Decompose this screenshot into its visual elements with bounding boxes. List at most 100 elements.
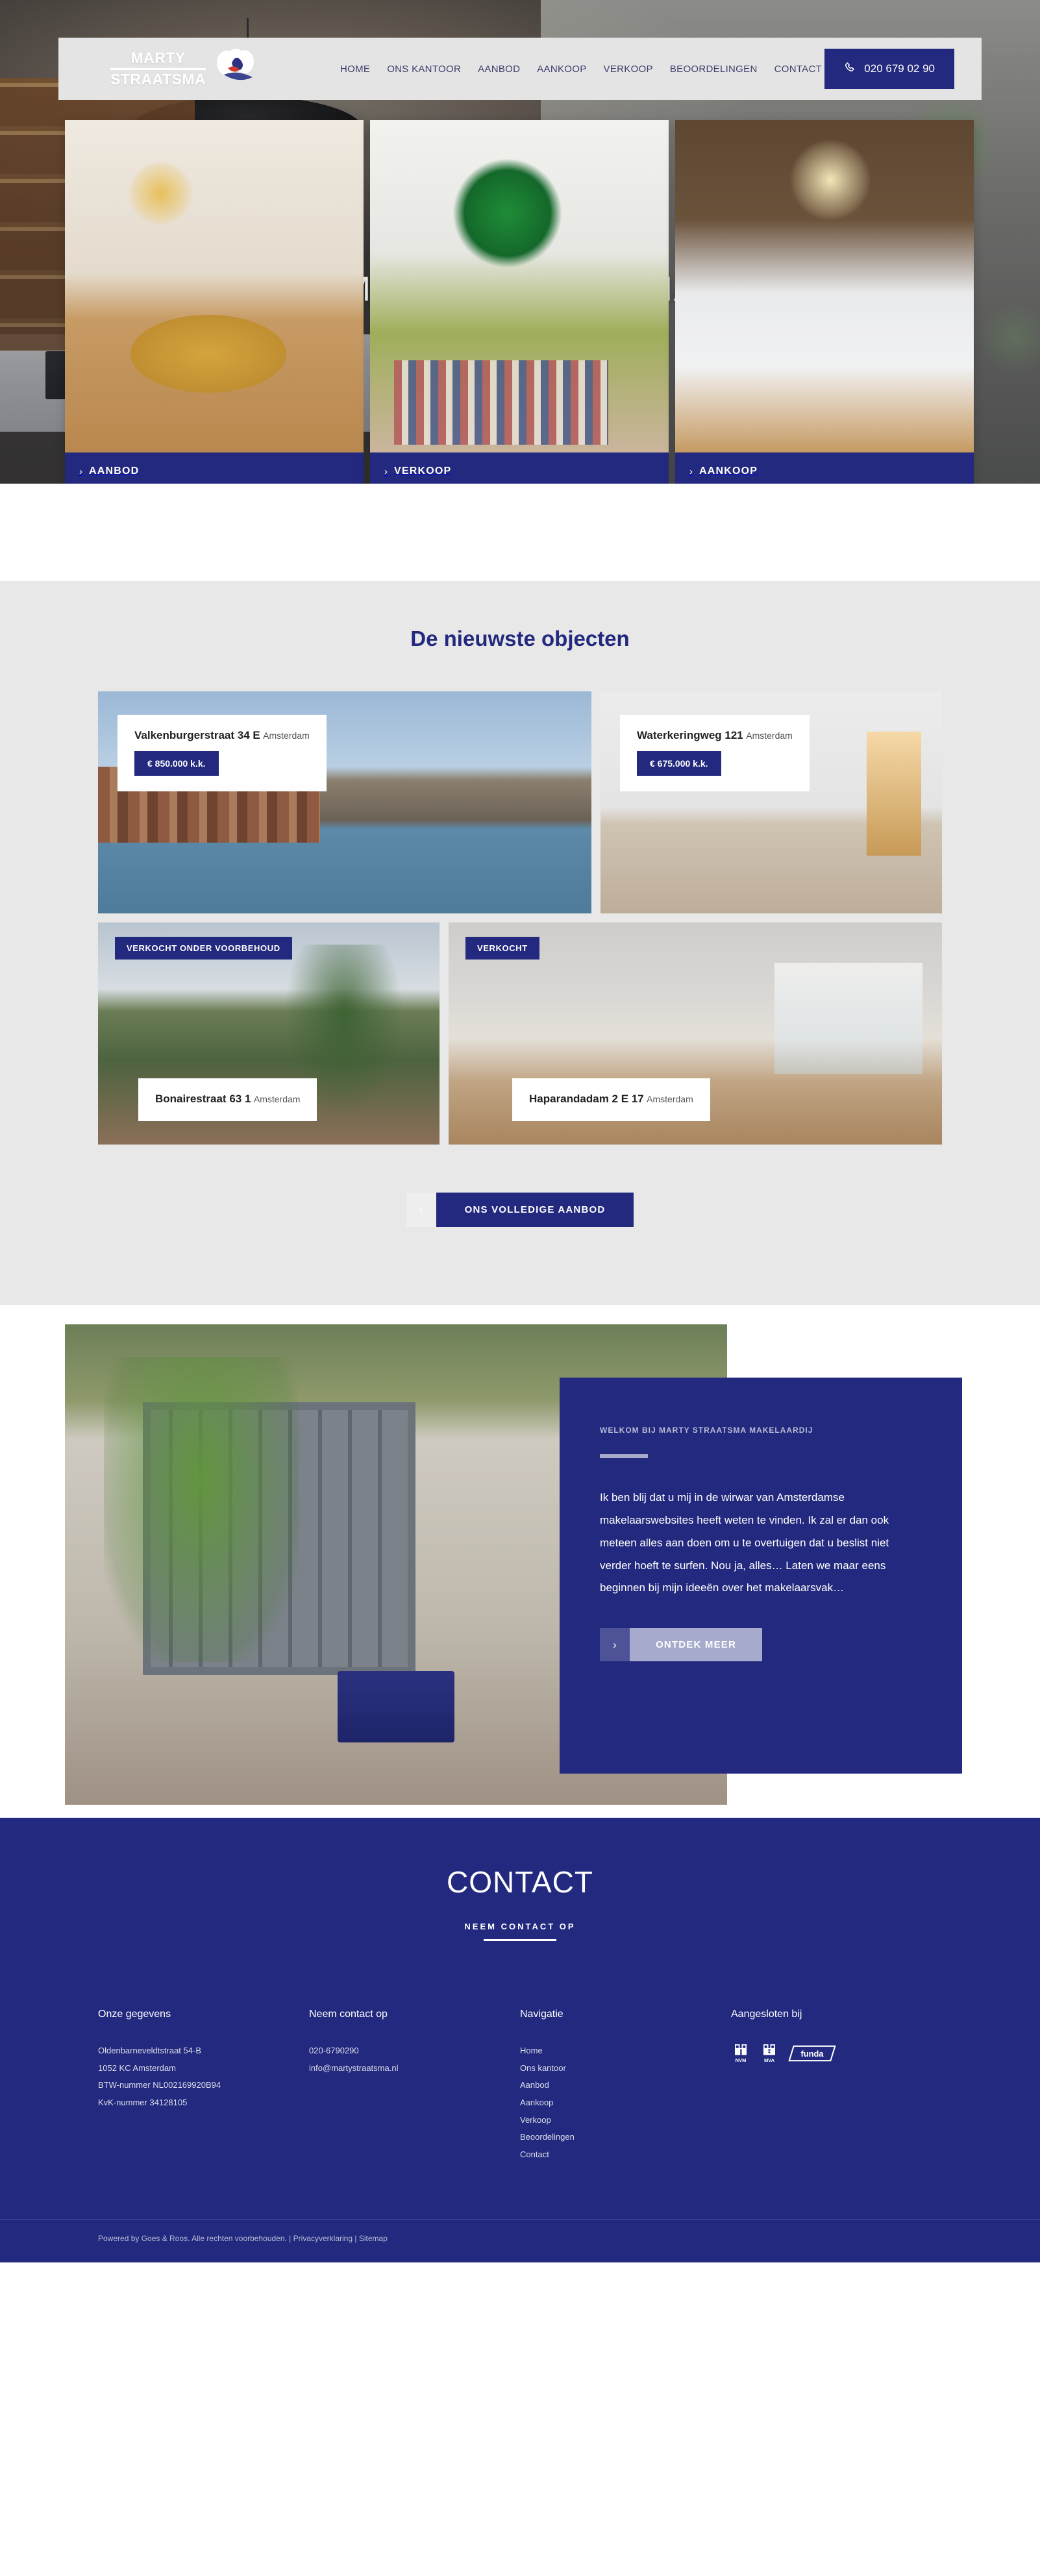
footer-bottom-inner: Powered by Goes & Roos. Alle rechten voo… <box>98 2220 942 2262</box>
nav-item-aanbod[interactable]: AANBOD <box>478 64 520 75</box>
sitemap-link[interactable]: Sitemap <box>359 2234 388 2243</box>
main-navigation[interactable]: HOME ONS KANTOOR AANBOD AANKOOP VERKOOP … <box>340 64 824 75</box>
section-title-newest-objects: De nieuwste objecten <box>410 626 630 650</box>
svg-text:funda: funda <box>800 2049 824 2059</box>
newest-objects-section: De nieuwste objecten Valkenburgerstraat … <box>0 581 1040 1305</box>
property-city: Amsterdam <box>253 1094 301 1104</box>
footer-detail-postcode: 1052 KC Amsterdam <box>98 2062 176 2073</box>
site-header: MARTY STRAATSMA HOME ONS KANTOOR AANBOD … <box>58 38 982 100</box>
footer-column-navigation: Navigatie Home Ons kantoor Aanbod Aankoo… <box>520 2009 731 2163</box>
logo-line-1: MARTY <box>130 49 186 67</box>
footer-column-details: Onze gegevens Oldenbarneveldtstraat 54-B… <box>98 2009 309 2163</box>
chevron-right-icon: › <box>79 465 82 477</box>
footer-phone-link[interactable]: 020-6790290 <box>309 2042 520 2060</box>
footer-nav-verkoop[interactable]: Verkoop <box>520 2112 731 2129</box>
affiliation-logos: NVM MVA funda <box>731 2042 942 2067</box>
welcome-body: Ik ben blij dat u mij in de wirwar van A… <box>600 1487 922 1600</box>
category-label-verkoop: VERKOOP <box>394 465 452 477</box>
discover-more-button-label: ONTDEK MEER <box>630 1628 763 1662</box>
footer-nav-aanbod[interactable]: Aanbod <box>520 2077 731 2094</box>
footer-detail-address: Oldenbarneveldtstraat 54-B <box>98 2046 201 2055</box>
logo-line-2: STRAATSMA <box>110 70 206 88</box>
property-card[interactable]: Valkenburgerstraat 34 E Amsterdam € 850.… <box>98 691 591 913</box>
category-bar-aanbod: › AANBOD <box>65 452 364 484</box>
category-image-aankoop <box>675 120 974 452</box>
status-badge: VERKOCHT <box>465 937 539 960</box>
footer-column-affiliations: Aangesloten bij NVM MVA funda <box>731 2009 942 2163</box>
property-card[interactable]: VERKOCHT Haparandadam 2 E 17 Amsterdam <box>449 923 942 1145</box>
footer-nav-aankoop[interactable]: Aankoop <box>520 2094 731 2112</box>
nav-item-aankoop[interactable]: AANKOOP <box>537 64 586 75</box>
category-bar-aankoop: › AANKOOP <box>675 452 974 484</box>
logo-divider <box>110 68 206 70</box>
property-city: Amsterdam <box>263 730 310 741</box>
property-card[interactable]: Waterkeringweg 121 Amsterdam € 675.000 k… <box>600 691 942 913</box>
nav-item-ons-kantoor[interactable]: ONS KANTOOR <box>387 64 461 75</box>
category-card-aankoop[interactable]: › AANKOOP <box>675 120 974 484</box>
funda-logo-icon: funda <box>788 2045 836 2065</box>
property-city: Amsterdam <box>647 1094 693 1104</box>
footer-column-title-contact: Neem contact op <box>309 2009 388 2020</box>
category-cards: › AANBOD › VERKOOP › AANKOOP <box>65 120 974 484</box>
welcome-decorative-tree <box>104 1357 299 1662</box>
property-address: Waterkeringweg 121 <box>637 729 743 741</box>
footer-detail-kvk: KvK-nummer 34128105 <box>98 2097 188 2107</box>
footer-column-title-navigation: Navigatie <box>520 2009 563 2020</box>
full-offer-cta-row: › ONS VOLLEDIGE AANBOD <box>0 1193 1040 1227</box>
tulip-logo-icon <box>212 49 259 89</box>
svg-text:MVA: MVA <box>764 2057 775 2063</box>
nav-item-contact[interactable]: CONTACT <box>774 64 822 75</box>
phone-icon <box>844 61 857 77</box>
property-city: Amsterdam <box>746 730 793 741</box>
hero-section: MARTY STRAATSMA HOME ONS KANTOOR AANBOD … <box>0 0 1040 484</box>
nvm-logo-icon: NVM <box>731 2042 750 2067</box>
property-address: Valkenburgerstraat 34 E <box>134 729 260 741</box>
footer-column-contact: Neem contact op 020-6790290 info@martyst… <box>309 2009 520 2163</box>
property-price: € 850.000 k.k. <box>134 751 219 776</box>
nav-item-beoordelingen[interactable]: BEOORDELINGEN <box>670 64 758 75</box>
footer-separator: | <box>354 2234 357 2244</box>
category-card-verkoop[interactable]: › VERKOOP <box>370 120 669 484</box>
chevron-right-icon: › <box>689 465 693 477</box>
svg-text:NVM: NVM <box>736 2057 747 2063</box>
footer-nav-contact[interactable]: Contact <box>520 2146 731 2164</box>
property-address: Haparandadam 2 E 17 <box>529 1093 644 1105</box>
category-card-aanbod[interactable]: › AANBOD <box>65 120 364 484</box>
chevron-right-icon: › <box>406 1193 436 1227</box>
footer-email-link[interactable]: info@martystraatsma.nl <box>309 2060 520 2077</box>
footer-detail-btw: BTW-nummer NL002169920B94 <box>98 2080 221 2090</box>
site-footer: CONTACT NEEM CONTACT OP Onze gegevens Ol… <box>0 1818 1040 2263</box>
welcome-paragraph: Ik ben blij dat u mij in de wirwar van A… <box>600 1491 889 1594</box>
privacy-link[interactable]: Privacyverklaring <box>293 2234 353 2243</box>
property-info: Waterkeringweg 121 Amsterdam € 675.000 k… <box>620 715 810 791</box>
property-price: € 675.000 k.k. <box>637 751 721 776</box>
welcome-kicker: WELKOM BIJ MARTY STRAATSMA MAKELAARDIJ <box>600 1426 813 1435</box>
category-image-verkoop <box>370 120 669 452</box>
footer-nav-beoordelingen[interactable]: Beoordelingen <box>520 2129 731 2146</box>
property-info: Bonairestraat 63 1 Amsterdam <box>138 1078 317 1121</box>
chevron-right-icon: › <box>600 1628 630 1662</box>
mva-logo-icon: MVA <box>760 2042 779 2067</box>
full-offer-button[interactable]: › ONS VOLLEDIGE AANBOD <box>406 1193 634 1227</box>
footer-underline <box>484 1939 556 1941</box>
footer-subheading: NEEM CONTACT OP <box>464 1922 576 1931</box>
welcome-section: WELKOM BIJ MARTY STRAATSMA MAKELAARDIJ I… <box>0 1305 1040 1818</box>
nav-item-home[interactable]: HOME <box>340 64 370 75</box>
chevron-right-icon: › <box>384 465 388 477</box>
footer-nav-ons-kantoor[interactable]: Ons kantoor <box>520 2060 731 2077</box>
footer-column-title-affiliations: Aangesloten bij <box>731 2009 802 2020</box>
property-grid: Valkenburgerstraat 34 E Amsterdam € 850.… <box>98 691 942 1145</box>
logo[interactable]: MARTY STRAATSMA <box>110 49 325 89</box>
discover-more-button[interactable]: › ONTDEK MEER <box>600 1628 763 1662</box>
welcome-divider <box>600 1454 648 1458</box>
copyright-text: Powered by Goes & Roos. Alle rechten voo… <box>98 2234 291 2244</box>
footer-nav-home[interactable]: Home <box>520 2042 731 2060</box>
nav-item-verkoop[interactable]: VERKOOP <box>604 64 653 75</box>
property-card[interactable]: VERKOCHT ONDER VOORBEHOUD Bonairestraat … <box>98 923 440 1145</box>
full-offer-button-label: ONS VOLLEDIGE AANBOD <box>436 1193 634 1227</box>
phone-button[interactable]: 020 679 02 90 <box>824 49 954 89</box>
category-label-aankoop: AANKOOP <box>699 465 758 477</box>
property-info: Haparandadam 2 E 17 Amsterdam <box>512 1078 710 1121</box>
footer-column-title-details: Onze gegevens <box>98 2009 171 2020</box>
footer-heading: CONTACT <box>447 1865 593 1899</box>
